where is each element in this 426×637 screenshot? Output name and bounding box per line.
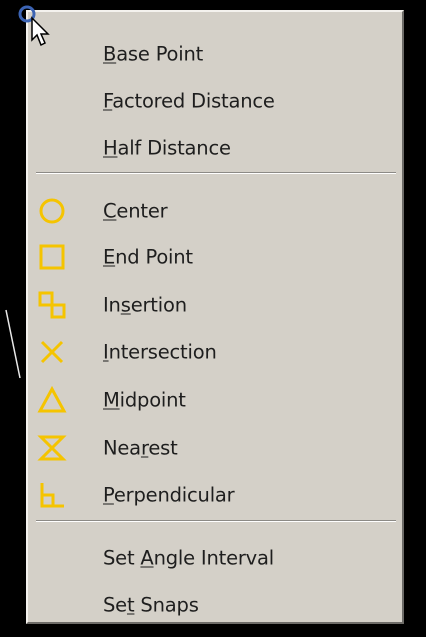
menu-item-set-angle-interval[interactable]: Set Angle Interval [28,536,402,580]
hourglass-icon [37,435,67,461]
menu-item-set-snaps[interactable]: Set Snaps [28,583,402,627]
menu-item-label: Intersection [103,340,217,364]
menu-separator [36,172,396,174]
menu-item-label: Insertion [103,293,187,317]
menu-item-label: Half Distance [103,136,231,160]
menu-item-label: Set Angle Interval [103,546,274,570]
menu-item-nearest[interactable]: Nearest [28,426,402,470]
menu-item-label: Midpoint [103,388,186,412]
triangle-icon [37,385,67,413]
menu-item-label: End Point [103,245,193,269]
menu-item-half-distance[interactable]: Half Distance [28,126,402,170]
menu-item-perpendicular[interactable]: Perpendicular [28,473,402,517]
menu-item-label: Set Snaps [103,593,199,617]
menu-item-label: Base Point [103,42,204,66]
menu-item-intersection[interactable]: Intersection [28,330,402,374]
menu-item-midpoint[interactable]: Midpoint [28,378,402,422]
menu-item-label: Factored Distance [103,89,275,113]
square-icon [39,244,65,270]
circle-icon [39,198,65,224]
menu-item-center[interactable]: Center [28,189,402,233]
screen: Base Point Factored Distance Half Distan… [0,0,426,637]
menu-item-insertion[interactable]: Insertion [28,283,402,327]
cross-icon [40,340,64,364]
menu-item-label: Center [103,199,168,223]
menu-item-label: Nearest [103,436,178,460]
menu-item-end-point[interactable]: End Point [28,235,402,279]
menu-item-base-point[interactable]: Base Point [28,32,402,76]
osnap-context-menu: Base Point Factored Distance Half Distan… [26,10,404,624]
menu-item-factored-distance[interactable]: Factored Distance [28,79,402,123]
perpendicular-icon [40,483,64,508]
mouse-cursor-icon [18,5,50,47]
insertion-icon [38,291,66,319]
menu-separator [36,520,396,522]
menu-item-label: Perpendicular [103,483,235,507]
